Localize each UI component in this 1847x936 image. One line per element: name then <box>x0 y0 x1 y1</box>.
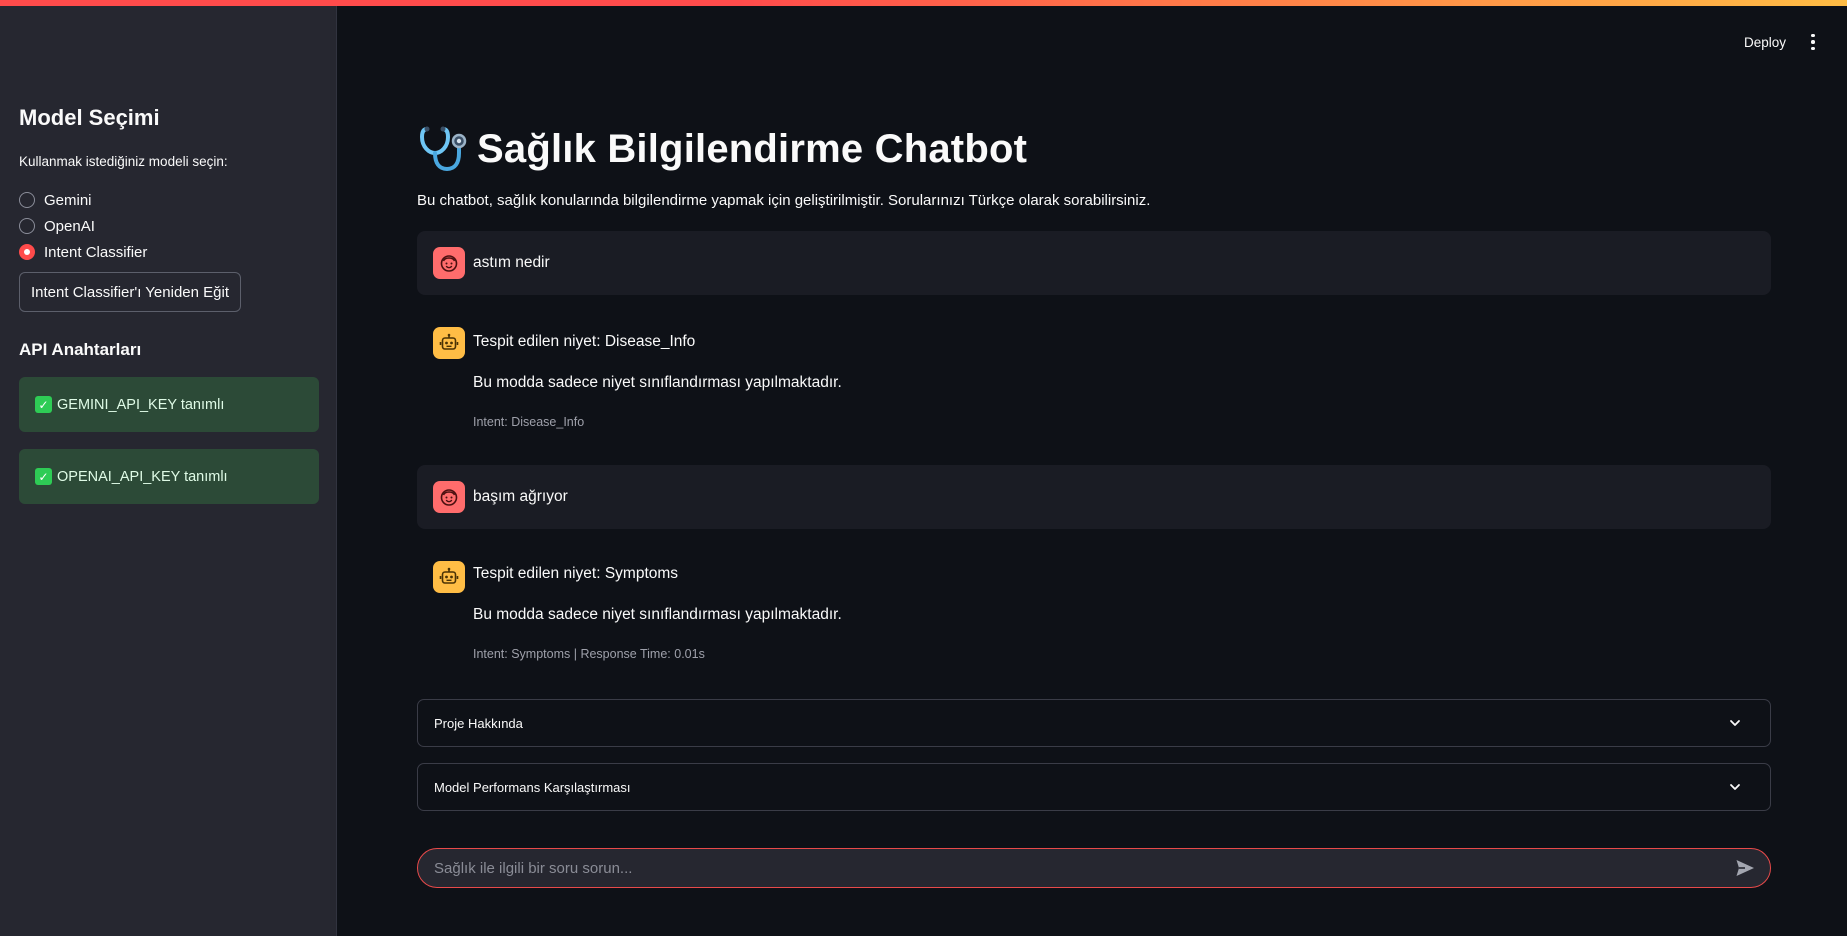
robot-icon <box>433 327 465 359</box>
expander-label: Proje Hakkında <box>434 715 523 731</box>
status-text: GEMINI_API_KEY tanımlı <box>57 396 225 413</box>
top-decoration-stripe <box>0 0 1847 6</box>
stethoscope-icon <box>419 126 467 172</box>
intent-heading: Tespit edilen niyet: Disease_Info <box>473 333 696 350</box>
chat-input[interactable] <box>418 849 1732 887</box>
face-icon <box>433 481 465 513</box>
radio-option-label: OpenAI <box>44 217 95 235</box>
message-caption: Intent: Symptoms | Response Time: 0.01s <box>473 647 705 661</box>
retrain-intent-classifier-button[interactable]: Intent Classifier'ı Yeniden Eğit <box>19 272 241 312</box>
chat-message-assistant: Tespit edilen niyet: Disease_Info Bu mod… <box>417 311 1771 441</box>
radio-option-gemini[interactable]: Gemini <box>19 190 92 210</box>
expander-label: Model Performans Karşılaştırması <box>434 779 631 795</box>
radio-option-openai[interactable]: OpenAI <box>19 216 95 236</box>
message-caption: Intent: Disease_Info <box>473 415 585 429</box>
status-text: OPENAI_API_KEY tanımlı <box>57 468 228 485</box>
radio-circle[interactable] <box>19 218 35 234</box>
page-title: Sağlık Bilgilendirme Chatbot <box>477 126 1028 171</box>
chat-message-user: astım nedir <box>417 231 1771 295</box>
kebab-menu-icon[interactable] <box>1806 30 1820 54</box>
radio-circle[interactable] <box>19 192 35 208</box>
page-description: Bu chatbot, sağlık konularında bilgilend… <box>417 192 1151 209</box>
chevron-down-icon[interactable] <box>1728 716 1742 730</box>
sidebar-title: Model Seçimi <box>19 105 160 130</box>
openai-key-status-alert: ✓ OPENAI_API_KEY tanımlı <box>19 449 319 504</box>
gemini-key-status-alert: ✓ GEMINI_API_KEY tanımlı <box>19 377 319 432</box>
check-icon: ✓ <box>35 468 52 485</box>
send-icon[interactable] <box>1732 855 1758 881</box>
face-icon <box>433 247 465 279</box>
robot-icon <box>433 561 465 593</box>
chat-message-assistant: Tespit edilen niyet: Symptoms Bu modda s… <box>417 545 1771 675</box>
radio-option-label: Intent Classifier <box>44 243 148 261</box>
page-header: Sağlık Bilgilendirme Chatbot <box>417 122 1027 176</box>
intent-heading: Tespit edilen niyet: Symptoms <box>473 565 679 582</box>
sidebar: Model Seçimi Kullanmak istediğiniz model… <box>0 6 337 936</box>
expander-proje-hakkinda[interactable]: Proje Hakkında <box>417 699 1771 747</box>
model-radio-label: Kullanmak istediğiniz modeli seçin: <box>19 154 228 169</box>
check-icon: ✓ <box>35 396 52 413</box>
expander-model-performans[interactable]: Model Performans Karşılaştırması <box>417 763 1771 811</box>
radio-option-label: Gemini <box>44 191 92 209</box>
message-text: başım ağrıyor <box>473 488 568 505</box>
radio-option-intent-classifier[interactable]: Intent Classifier <box>19 242 147 262</box>
chevron-down-icon[interactable] <box>1728 780 1742 794</box>
radio-circle-selected[interactable] <box>19 244 35 260</box>
api-keys-title: API Anahtarları <box>19 340 142 359</box>
message-body: Bu modda sadece niyet sınıflandırması ya… <box>473 374 842 391</box>
chat-input-container <box>417 848 1771 888</box>
message-text: astım nedir <box>473 254 550 271</box>
message-body: Bu modda sadece niyet sınıflandırması ya… <box>473 606 842 623</box>
chat-message-user: başım ağrıyor <box>417 465 1771 529</box>
main-content: Sağlık Bilgilendirme Chatbot Bu chatbot,… <box>417 0 1771 936</box>
